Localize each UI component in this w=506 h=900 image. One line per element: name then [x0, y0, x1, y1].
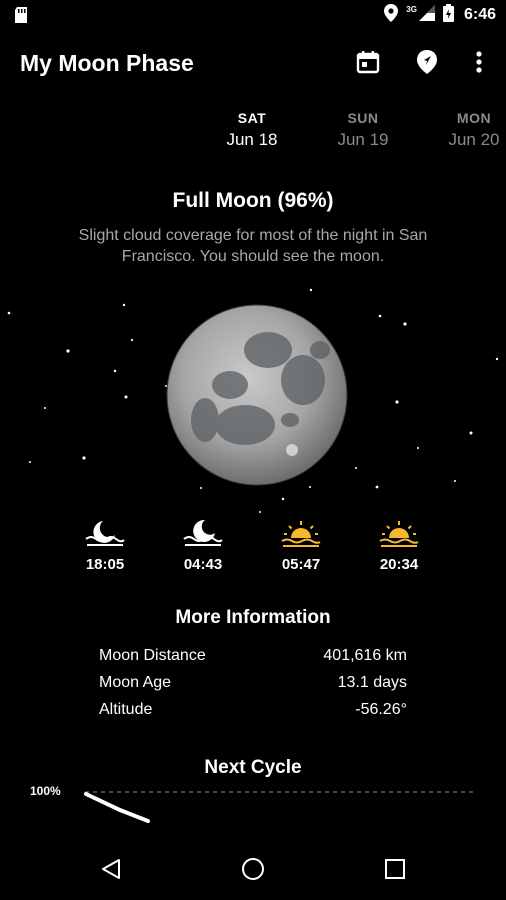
- day-tab-sun[interactable]: SUN Jun 19: [318, 110, 408, 150]
- moon-image: [166, 304, 348, 486]
- moonset-item: 04:43: [168, 519, 238, 573]
- info-value: 13.1 days: [337, 674, 407, 691]
- more-info-table: Moon Distance 401,616 km Moon Age 13.1 d…: [99, 647, 407, 728]
- day-selector: SAT Jun 18 SUN Jun 19 MON Jun 20: [0, 110, 506, 160]
- sunrise-icon: [281, 519, 321, 552]
- more-options-button[interactable]: [465, 48, 493, 80]
- battery-icon: [442, 3, 454, 27]
- more-info-title: More Information: [175, 607, 331, 628]
- info-label: Altitude: [99, 701, 153, 718]
- sunrise-time: 05:47: [281, 556, 321, 573]
- phase-title: Full Moon (96%): [172, 189, 334, 212]
- info-row-age: Moon Age 13.1 days: [99, 674, 407, 701]
- phase-description: Slight cloud coverage for most of the ni…: [78, 227, 428, 265]
- day-tab-sat[interactable]: SAT Jun 18: [207, 110, 297, 150]
- info-value: 401,616 km: [323, 647, 407, 664]
- moonrise-item: 18:05: [70, 519, 140, 573]
- moon-sky-view: [0, 280, 506, 520]
- location-pin-icon: [415, 49, 439, 80]
- cycle-curve: [84, 791, 474, 823]
- back-button[interactable]: [96, 856, 126, 886]
- info-row-altitude: Altitude -56.26°: [99, 701, 407, 728]
- sunset-icon: [379, 519, 419, 552]
- starfield: [7, 288, 499, 513]
- info-value: -56.26°: [355, 701, 407, 718]
- day-tab-weekday: SAT: [237, 110, 267, 126]
- app-title: My Moon Phase: [20, 50, 194, 76]
- sunset-time: 20:34: [379, 556, 419, 573]
- day-tab-weekday: MON: [456, 110, 492, 126]
- recents-icon: [384, 858, 406, 885]
- home-button[interactable]: [238, 856, 268, 886]
- info-label: Moon Age: [99, 674, 172, 691]
- signal-icon: [418, 4, 435, 26]
- recents-button[interactable]: [380, 856, 410, 886]
- navigation-bar: [0, 842, 506, 900]
- moonrise-time: 18:05: [85, 556, 125, 573]
- next-cycle-chart: 100%: [0, 780, 506, 830]
- rise-set-times: 18:05 04:43 05:47 20:34: [0, 519, 506, 582]
- location-status-icon: [384, 3, 399, 27]
- sd-card-icon: [14, 7, 28, 28]
- day-tab-date: Jun 18: [226, 130, 278, 149]
- calendar-icon: [356, 50, 380, 79]
- moonrise-icon: [85, 519, 125, 552]
- more-vert-icon: [476, 50, 482, 78]
- network-type: 3G: [406, 4, 417, 14]
- status-bar: 3G 6:46: [0, 0, 506, 30]
- moonset-icon: [183, 519, 223, 552]
- info-label: Moon Distance: [99, 647, 206, 664]
- calendar-button[interactable]: [354, 48, 382, 80]
- sunrise-item: 05:47: [266, 519, 336, 573]
- moonset-time: 04:43: [183, 556, 223, 573]
- app-bar: My Moon Phase: [0, 30, 506, 100]
- sunset-item: 20:34: [364, 519, 434, 573]
- location-button[interactable]: [413, 48, 441, 80]
- day-tab-date: Jun 20: [448, 130, 500, 149]
- day-tab-weekday: SUN: [347, 110, 379, 126]
- day-tab-date: Jun 19: [337, 130, 389, 149]
- next-cycle-title: Next Cycle: [204, 757, 302, 778]
- day-tab-mon[interactable]: MON Jun 20: [429, 110, 506, 150]
- clock: 6:46: [463, 6, 496, 23]
- home-icon: [241, 857, 265, 886]
- info-row-distance: Moon Distance 401,616 km: [99, 647, 407, 674]
- back-icon: [100, 858, 122, 885]
